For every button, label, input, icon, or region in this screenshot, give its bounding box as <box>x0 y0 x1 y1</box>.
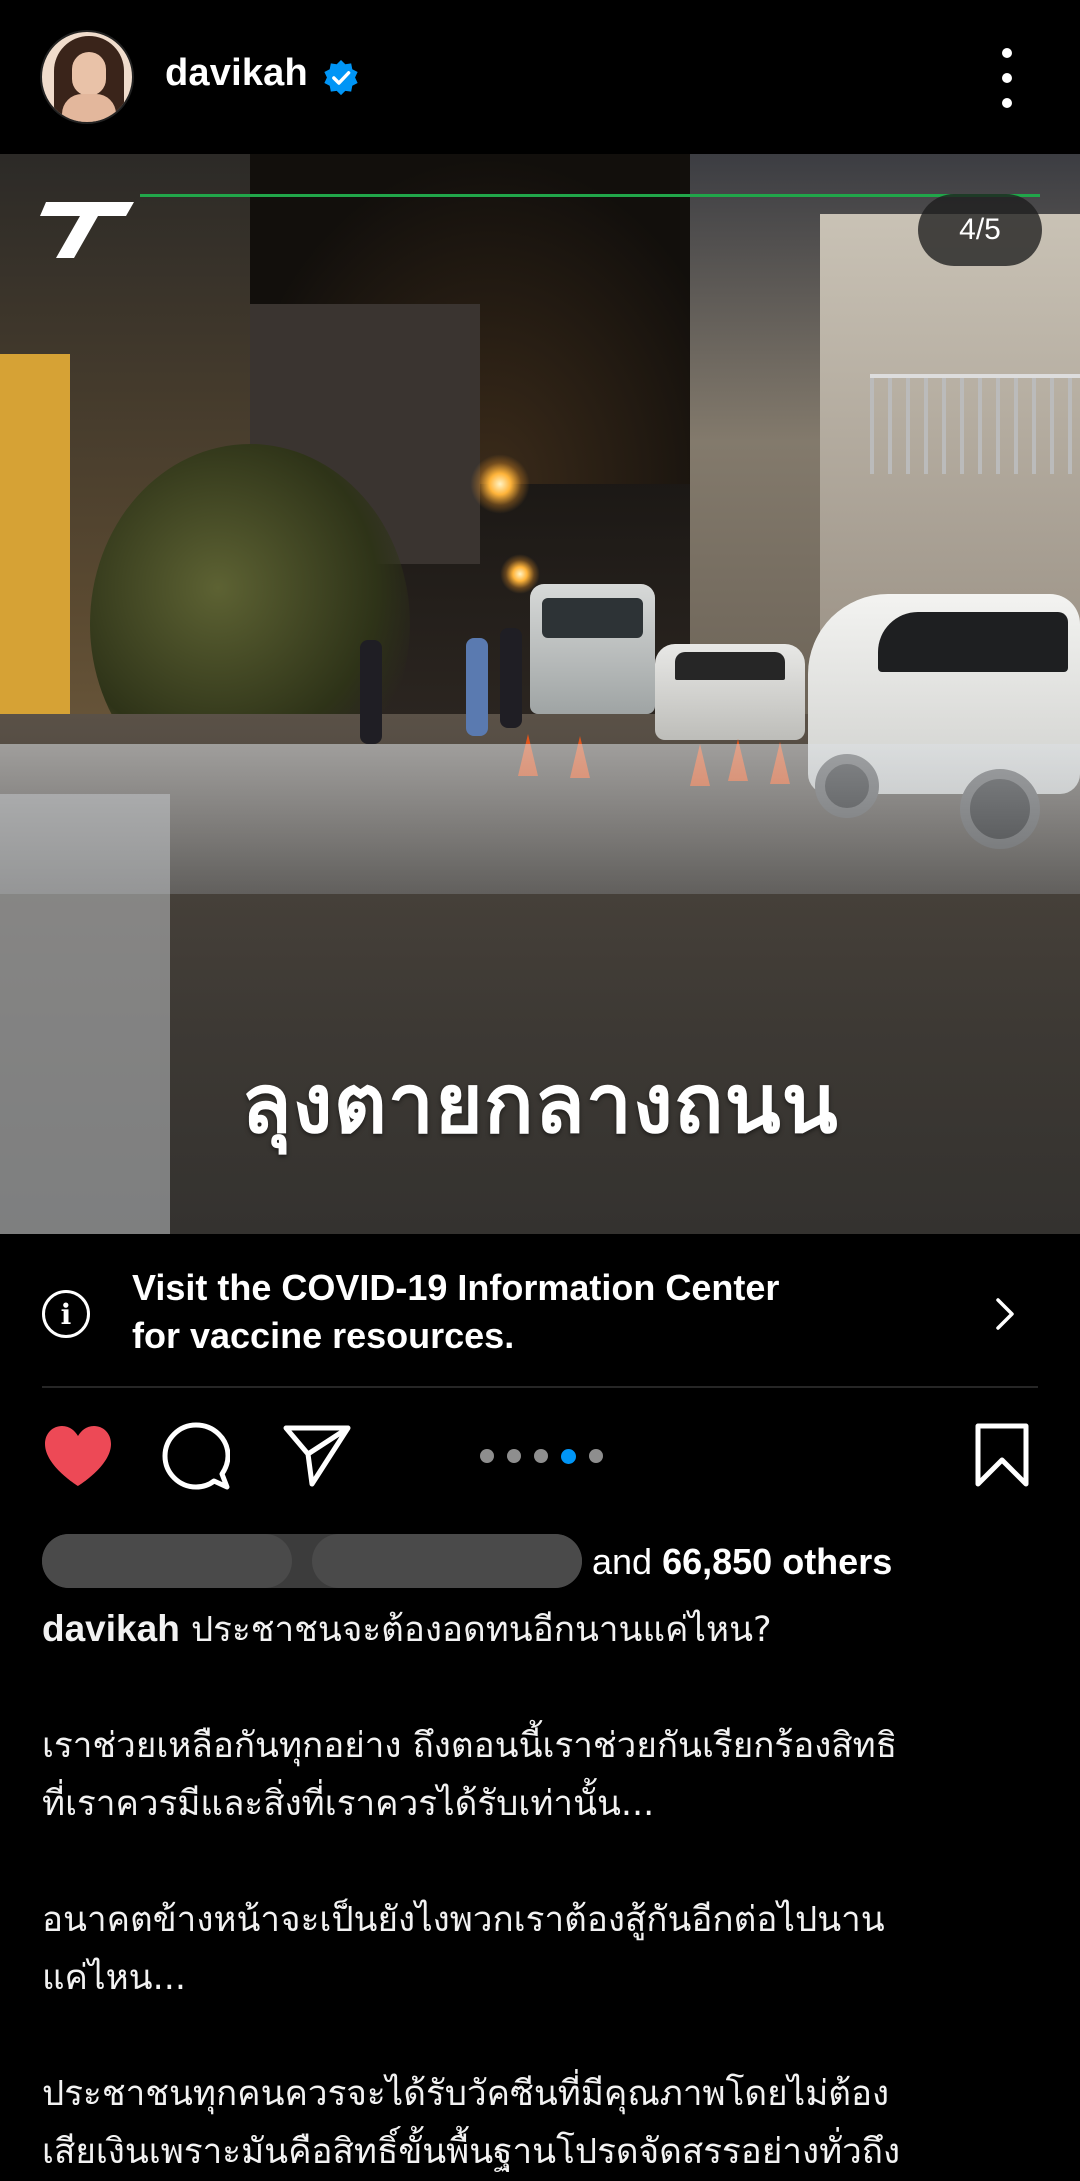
username[interactable]: davikah <box>165 52 308 95</box>
post-caption: davikah ประชาชนจะต้องอดทนอีกนานแค่ไหน? เ… <box>42 1600 1052 2181</box>
person <box>360 640 382 744</box>
caption-line: อนาคตข้างหน้าจะเป็นยังไงพวกเราต้องสู้กัน… <box>42 1900 885 1940</box>
car-window <box>675 652 785 680</box>
likes-count[interactable]: and 66,850 others <box>592 1538 892 1586</box>
heart-icon[interactable] <box>42 1424 114 1488</box>
avatar[interactable] <box>40 30 134 124</box>
car-window <box>878 612 1068 672</box>
image-overlay-text: ลุงตายกลางถนน <box>241 1057 839 1152</box>
caption-first-line: ประชาชนจะต้องอดทนอีกนานแค่ไหน? <box>190 1610 772 1650</box>
bookmark-icon[interactable] <box>974 1422 1030 1488</box>
covid-info-line2: for vaccine resources. <box>132 1315 515 1356</box>
carousel-dot <box>507 1449 521 1463</box>
avatar-face <box>72 52 106 96</box>
van-window <box>542 598 643 638</box>
likes-others: 66,850 others <box>662 1541 893 1582</box>
more-options-icon[interactable] <box>990 48 1024 108</box>
person <box>500 628 522 728</box>
carousel-indicator <box>480 1446 603 1466</box>
liked-by-redacted[interactable] <box>42 1534 582 1588</box>
carousel-dot <box>589 1449 603 1463</box>
likes-prefix: and <box>592 1541 653 1582</box>
caption-author[interactable]: davikah <box>42 1608 180 1649</box>
avatar-body <box>62 94 116 122</box>
post-header: davikah <box>0 0 1080 154</box>
more-dot <box>1002 73 1012 83</box>
video-progress-line <box>140 194 1040 197</box>
post-media[interactable]: 4/5 ลุงตายกลางถนน <box>0 154 1080 1234</box>
caption-line: ประชาชนทุกคนควรจะได้รับวัคซีนที่มีคุณภาพ… <box>42 2074 890 2114</box>
more-dot <box>1002 98 1012 108</box>
more-dot <box>1002 48 1012 58</box>
redaction-block <box>42 1534 292 1588</box>
balcony-railing <box>870 374 1080 474</box>
caption-line: เสียเงินเพราะมันคือสิทธิ์ขั้นพื้นฐานโปรด… <box>42 2132 901 2172</box>
share-icon[interactable] <box>282 1424 352 1488</box>
caption-line: เราช่วยเหลือกันทุกอย่าง ถึงตอนนี้เราช่วย… <box>42 1726 898 1766</box>
carousel-counter: 4/5 <box>918 194 1042 266</box>
caption-line: แค่ไหน... <box>42 1958 186 1998</box>
carousel-dot-active <box>561 1448 576 1464</box>
carousel-dot <box>480 1449 494 1463</box>
van <box>530 584 655 714</box>
person <box>466 638 488 736</box>
street-light <box>470 454 530 514</box>
carousel-dot <box>534 1449 548 1463</box>
small-car <box>655 644 805 740</box>
comment-icon[interactable] <box>162 1422 230 1490</box>
divider <box>42 1386 1038 1388</box>
redaction-block <box>312 1534 582 1588</box>
info-icon: i <box>42 1290 90 1338</box>
covid-info-line1: Visit the COVID-19 Information Center <box>132 1267 780 1308</box>
news-logo-icon <box>40 202 134 258</box>
covid-info-text[interactable]: Visit the COVID-19 Information Center fo… <box>132 1264 932 1360</box>
chevron-right-icon[interactable] <box>990 1292 1020 1336</box>
verified-badge-icon <box>324 59 358 96</box>
caption-line: ที่เราควรมีและสิ่งที่เราควรได้รับเท่านั้… <box>42 1784 655 1824</box>
